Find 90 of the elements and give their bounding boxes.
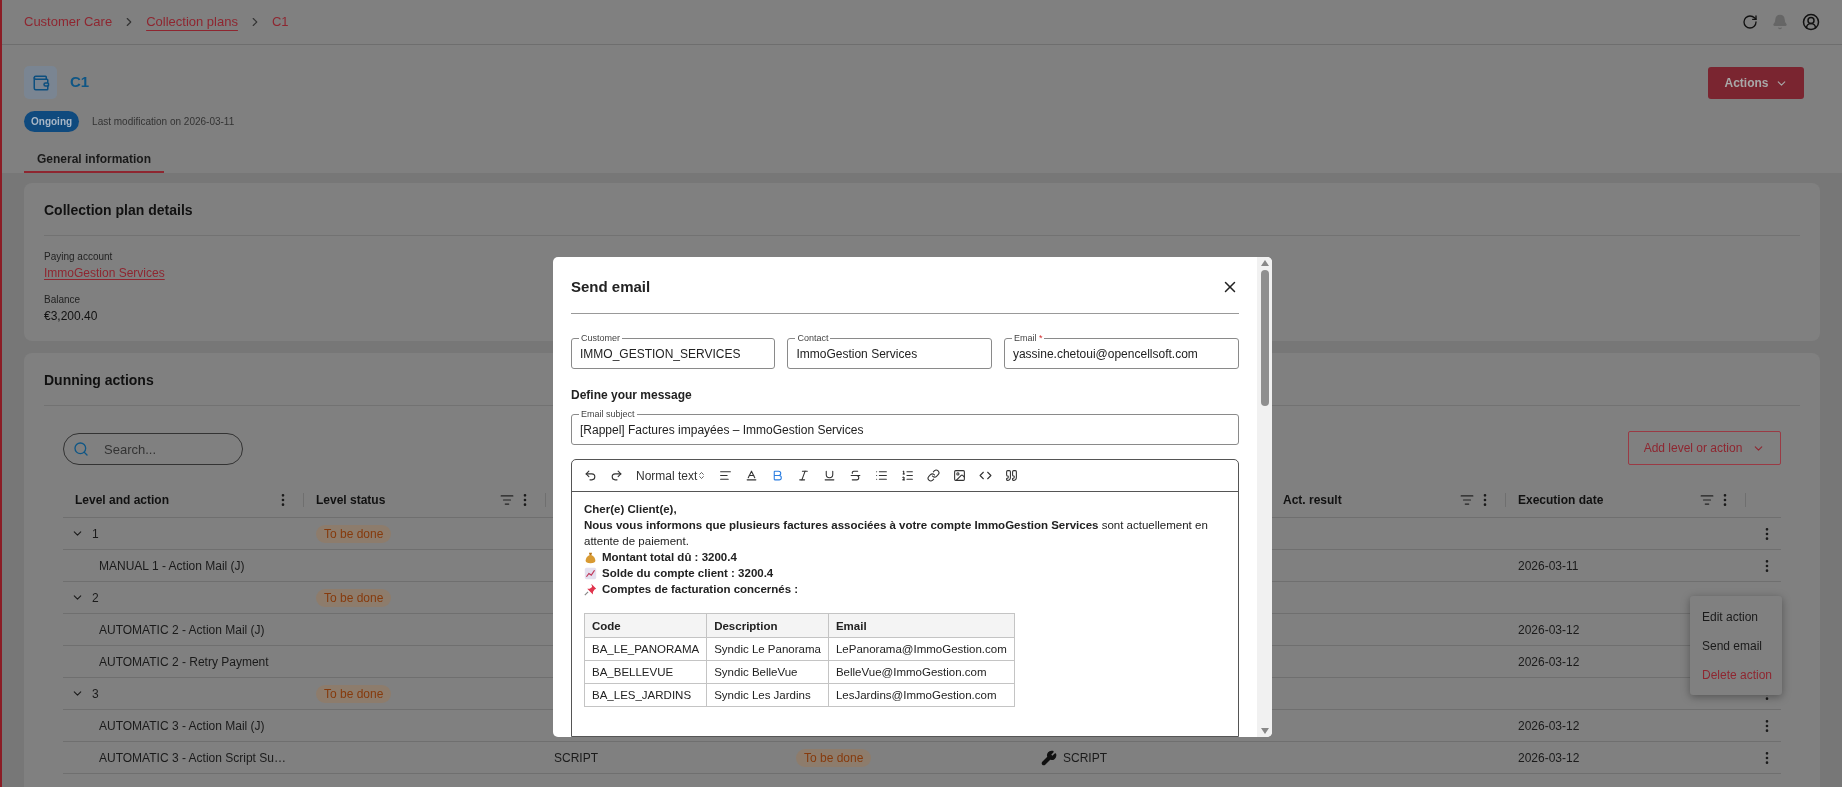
scroll-up-icon[interactable] <box>1260 260 1269 266</box>
bold-icon[interactable] <box>771 469 785 482</box>
bullet-list-icon[interactable] <box>875 469 889 482</box>
action-name: AUTOMATIC 2 - Retry Payment <box>99 654 269 669</box>
scrollbar-thumb[interactable] <box>1260 270 1269 406</box>
level-number: 3 <box>92 685 99 703</box>
level-number: 2 <box>92 589 99 607</box>
table-cell: Syndic Les Jardins <box>706 683 829 707</box>
wallet-icon <box>24 66 57 99</box>
underline-icon[interactable] <box>823 469 837 482</box>
format-select[interactable]: Normal text <box>636 466 707 485</box>
field-label: Customer <box>579 332 622 344</box>
table-cell: BA_LE_PANORAMA <box>584 637 707 661</box>
search-icon <box>73 441 89 457</box>
action-name: AUTOMATIC 2 - Action Mail (J) <box>99 622 265 637</box>
italic-icon[interactable] <box>797 469 811 482</box>
numbered-list-icon[interactable] <box>901 469 915 482</box>
execution-date: 2026-03-12 <box>1518 750 1580 765</box>
money-bag-icon <box>584 550 597 564</box>
execution-date: 2026-03-12 <box>1518 622 1580 637</box>
channel-text: SCRIPT <box>1063 749 1107 767</box>
pushpin-icon <box>584 582 597 596</box>
action-type: SCRIPT <box>554 750 598 765</box>
column-header[interactable]: Act. result <box>1283 491 1342 509</box>
table-cell: LesJardins@ImmoGestion.com <box>828 683 1015 707</box>
refresh-icon[interactable] <box>1742 14 1758 30</box>
filter-icon[interactable] <box>1700 493 1714 507</box>
status-badge: To be done <box>316 588 392 607</box>
message-text: Montant total dû : 3200.4 <box>602 550 737 565</box>
redo-icon[interactable] <box>610 469 623 482</box>
message-text: Cher(e) Client(e), <box>584 502 677 517</box>
field-label: Email subject <box>579 408 637 420</box>
column-header[interactable]: Level status <box>316 491 386 509</box>
table-cell: Syndic Le Panorama <box>706 637 829 661</box>
actions-button[interactable]: Actions <box>1708 67 1804 99</box>
undo-icon[interactable] <box>584 469 597 482</box>
image-icon[interactable] <box>953 469 967 482</box>
column-header[interactable]: Execution date <box>1518 491 1604 509</box>
card-title: Collection plan details <box>44 201 194 220</box>
field-label: Paying account <box>44 250 113 264</box>
field-label: Balance <box>44 293 81 307</box>
text-color-icon[interactable] <box>745 469 759 482</box>
action-name: AUTOMATIC 3 - Action Script Su… <box>99 750 286 765</box>
message-text: Comptes de facturation concernés : <box>602 582 799 597</box>
field-value: €3,200.40 <box>44 308 98 325</box>
filter-icon[interactable] <box>1460 493 1474 507</box>
menu-item[interactable]: Send email <box>1690 631 1782 660</box>
filter-icon[interactable] <box>500 493 514 507</box>
table-header-cell: Description <box>706 613 829 638</box>
field-label: Email * <box>1011 332 1045 344</box>
table-cell: Syndic BelleVue <box>706 660 829 684</box>
status-badge: To be done <box>316 524 392 543</box>
table-cell: BA_LES_JARDINS <box>584 683 707 707</box>
message-text: Nous vous informons que plusieurs factures associées à votre compte ImmoGestion Services sont actuellement en attente de paiement. <box>584 518 1209 549</box>
link-icon[interactable] <box>927 469 941 482</box>
page-title: C1 <box>70 72 90 93</box>
chart-icon <box>584 566 597 580</box>
status-badge: To be done <box>796 748 872 767</box>
card-title: Dunning actions <box>44 371 155 390</box>
message-text: Solde du compte client : 3200.4 <box>602 566 774 581</box>
user-icon[interactable] <box>1802 13 1820 31</box>
dialog-title: Send email <box>571 276 651 297</box>
search-field[interactable]: Search... <box>63 433 243 465</box>
action-name: AUTOMATIC 3 - Action Mail (J) <box>99 718 265 733</box>
column-header[interactable]: Level and action <box>75 491 170 509</box>
strikethrough-icon[interactable] <box>849 469 863 482</box>
caret-icon <box>697 471 707 480</box>
section-title: Define your message <box>571 387 693 404</box>
table-header-cell: Code <box>584 613 707 638</box>
align-icon[interactable] <box>719 469 733 482</box>
wrench-icon <box>1041 749 1057 766</box>
text-editor[interactable] <box>571 459 1239 737</box>
field-label: Contact <box>795 332 831 344</box>
quote-icon[interactable] <box>1005 469 1019 482</box>
action-name: MANUAL 1 - Action Mail (J) <box>99 558 245 573</box>
menu-item[interactable]: Edit action <box>1690 602 1782 631</box>
table-cell: BelleVue@ImmoGestion.com <box>828 660 1015 684</box>
table-header-cell: Email <box>828 613 1015 638</box>
code-icon[interactable] <box>979 469 993 482</box>
table-cell: BA_BELLEVUE <box>584 660 707 684</box>
execution-date: 2026-03-12 <box>1518 718 1580 733</box>
table-cell: LePanorama@ImmoGestion.com <box>828 637 1015 661</box>
scrollbar[interactable] <box>1257 257 1272 737</box>
execution-date: 2026-03-11 <box>1518 558 1579 573</box>
status-badge: Ongoing <box>24 111 80 132</box>
status-badge: To be done <box>316 684 392 703</box>
scroll-down-icon[interactable] <box>1260 728 1269 734</box>
execution-date: 2026-03-12 <box>1518 654 1580 669</box>
level-number: 1 <box>92 525 99 543</box>
last-modified-text: Last modification on 2026-03-11 <box>92 115 235 129</box>
